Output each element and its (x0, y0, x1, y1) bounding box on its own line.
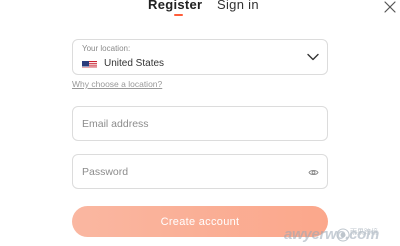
location-value: United States (104, 58, 165, 69)
why-choose-location-link[interactable]: Why choose a location? (72, 79, 162, 90)
create-account-button[interactable]: Create account (72, 206, 328, 237)
password-field (72, 154, 328, 189)
location-label: Your location: (82, 44, 131, 53)
location-select[interactable]: Your location: United States (72, 39, 328, 75)
watermark-cn-text: 雨果跨境 (350, 229, 378, 236)
watermark-seal-icon (336, 228, 350, 242)
email-field (72, 106, 328, 141)
tab-sign-in[interactable]: Sign in (217, 0, 259, 14)
tab-register[interactable]: Register (148, 0, 202, 14)
chevron-down-icon[interactable] (307, 52, 319, 62)
password-input[interactable] (73, 155, 327, 188)
active-tab-indicator (174, 14, 183, 16)
email-input[interactable] (73, 107, 327, 140)
us-flag-icon (82, 58, 97, 68)
close-icon[interactable] (383, 0, 397, 14)
auth-tabs: Register Sign in (0, 0, 400, 18)
show-password-eye-icon[interactable] (308, 167, 319, 178)
